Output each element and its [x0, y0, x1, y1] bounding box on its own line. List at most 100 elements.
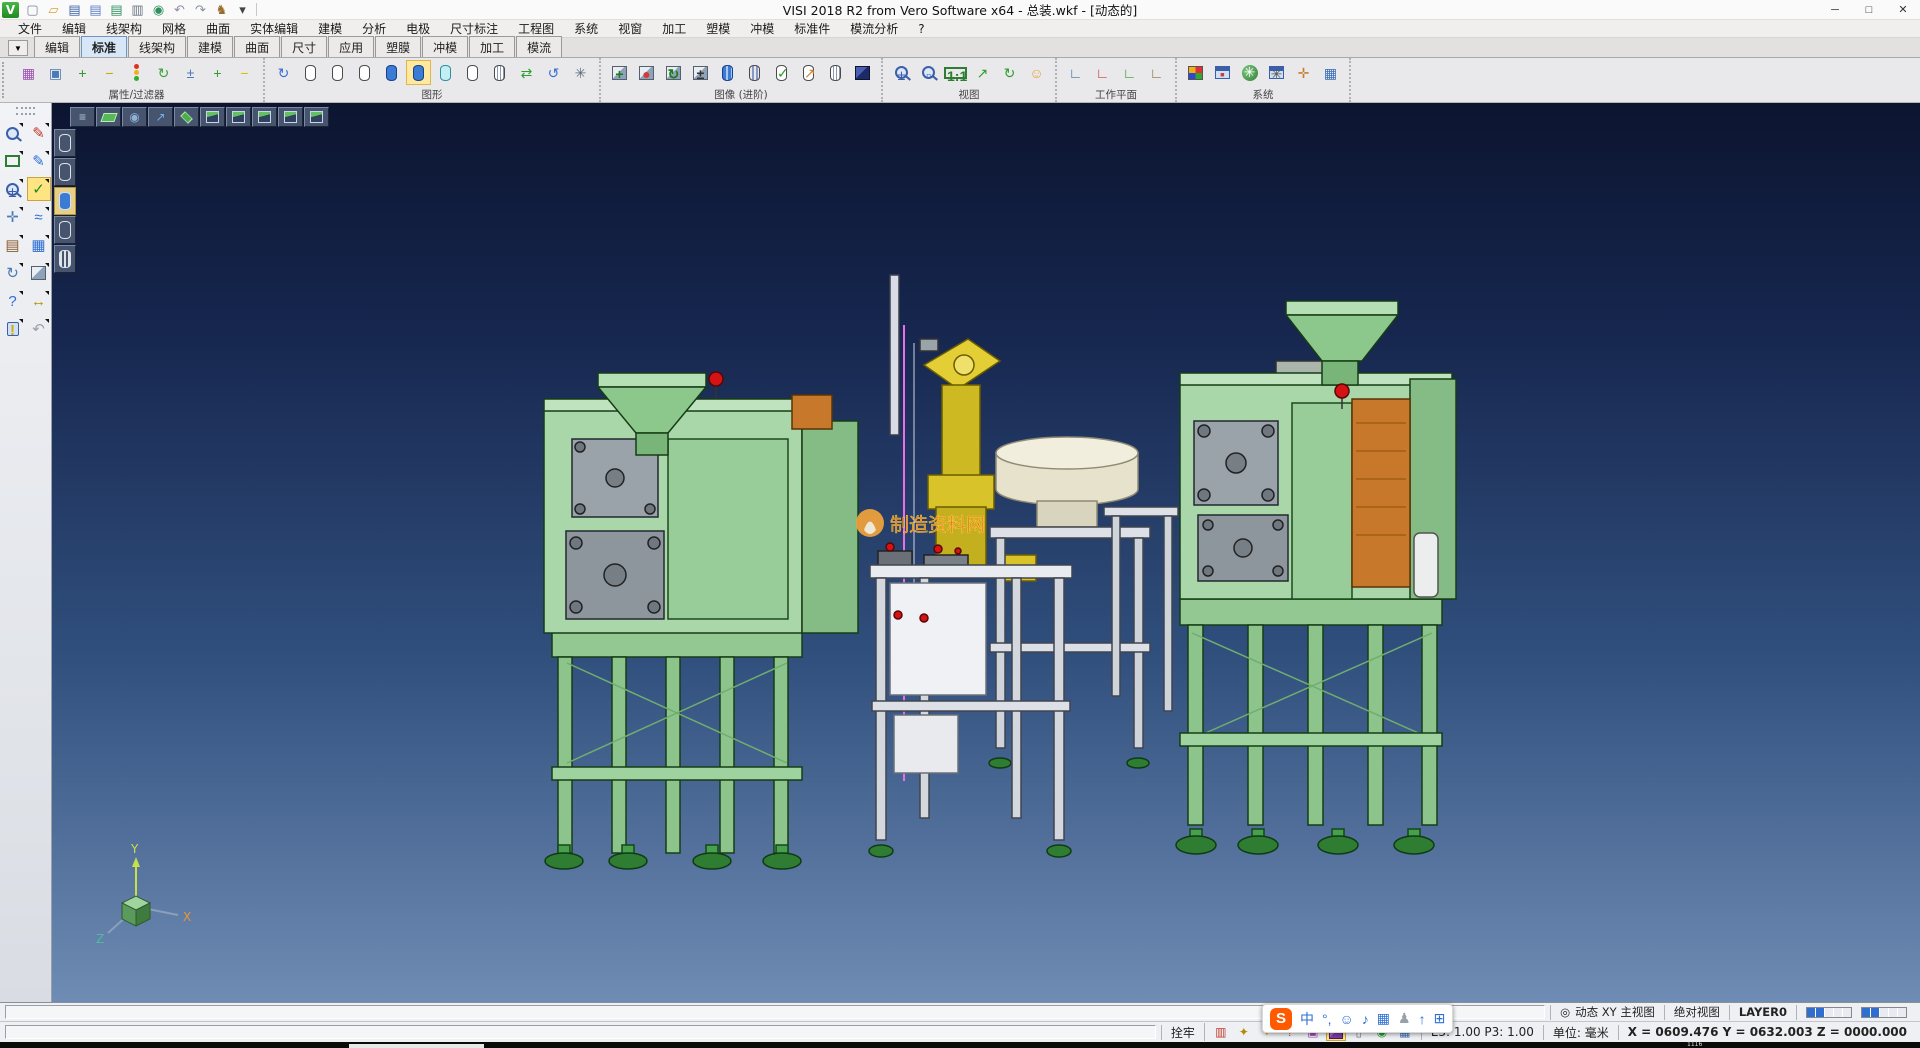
- shaded-mode-icon[interactable]: [379, 60, 404, 85]
- menu-machining[interactable]: 加工: [652, 20, 696, 37]
- system-settings-icon[interactable]: ✳: [1237, 60, 1262, 85]
- tab-application[interactable]: 应用: [328, 36, 374, 57]
- render-sphere-icon[interactable]: ◉: [122, 107, 147, 127]
- show-all-icon[interactable]: +: [205, 60, 230, 85]
- toggle-visibility-icon[interactable]: ±: [178, 60, 203, 85]
- iso-view-icon-5[interactable]: [304, 107, 329, 127]
- ime-grid-icon[interactable]: ⊞: [1434, 1010, 1446, 1027]
- iso-view-icon-2[interactable]: [226, 107, 251, 127]
- tab-edit[interactable]: 编辑: [34, 36, 80, 57]
- menu-die[interactable]: 冲模: [740, 20, 784, 37]
- close-button[interactable]: ✕: [1886, 0, 1920, 19]
- selection-settings-icon[interactable]: ✛: [1291, 60, 1316, 85]
- workplane-manager-icon[interactable]: ∟: [1144, 60, 1169, 85]
- copy-attributes-icon[interactable]: ▣: [43, 60, 68, 85]
- solid-cube-icon[interactable]: [27, 261, 51, 285]
- menu-mesh[interactable]: 网格: [152, 20, 196, 37]
- save-button[interactable]: ▤: [65, 1, 84, 18]
- image-export-icon[interactable]: ↗: [796, 60, 821, 85]
- wireframe-mode-icon[interactable]: [298, 60, 323, 85]
- ime-mic-icon[interactable]: ♪: [1362, 1011, 1369, 1027]
- zoom-window-icon[interactable]: ▫: [916, 60, 941, 85]
- layer-segment[interactable]: LAYER0: [1729, 1005, 1796, 1020]
- spline-edit-icon[interactable]: ≈: [27, 205, 51, 229]
- hide-all-icon[interactable]: −: [232, 60, 257, 85]
- open-file-button[interactable]: ▱: [44, 1, 63, 18]
- image-add-icon[interactable]: +: [607, 60, 632, 85]
- magic-wand-icon[interactable]: ✦: [1234, 1023, 1254, 1041]
- preview-button[interactable]: ◉: [149, 1, 168, 18]
- axes-icon[interactable]: ✛: [1, 205, 25, 229]
- ime-mode-icon[interactable]: 中: [1300, 1009, 1314, 1029]
- menu-standard-parts[interactable]: 标准件: [784, 20, 840, 37]
- tab-wireframe[interactable]: 线架构: [128, 36, 186, 57]
- new-file-button[interactable]: ▢: [23, 1, 42, 18]
- menu-help[interactable]: ?: [908, 22, 934, 36]
- ime-keyboard-icon[interactable]: ▦: [1377, 1010, 1390, 1027]
- workplane-origin-icon[interactable]: ∟: [1090, 60, 1115, 85]
- hatch-render-icon[interactable]: [54, 245, 76, 273]
- iso-view-icon-1[interactable]: [200, 107, 225, 127]
- window-settings-icon[interactable]: ✳: [1264, 60, 1289, 85]
- menu-window[interactable]: 视窗: [608, 20, 652, 37]
- dynamic-pan-icon[interactable]: ↗: [970, 60, 995, 85]
- create-workplane-icon[interactable]: ∟: [1063, 60, 1088, 85]
- maximize-button[interactable]: □: [1852, 0, 1886, 19]
- menu-edit[interactable]: 编辑: [52, 20, 96, 37]
- filter-traffic-light-icon[interactable]: [124, 60, 149, 85]
- refresh-visibility-icon[interactable]: ↻: [151, 60, 176, 85]
- wireframe-render-icon[interactable]: [54, 129, 76, 157]
- tab-die[interactable]: 冲模: [422, 36, 468, 57]
- menu-analysis[interactable]: 分析: [352, 20, 396, 37]
- shaded-edges-mode-icon[interactable]: [406, 60, 431, 85]
- tab-standard[interactable]: 标准: [81, 36, 127, 57]
- shaded-render-icon[interactable]: [54, 187, 76, 215]
- workplane-by-geometry-icon[interactable]: ∟: [1117, 60, 1142, 85]
- dashed-hidden-mode-icon[interactable]: [352, 60, 377, 85]
- viewbar-menu-icon[interactable]: ≡: [70, 107, 95, 127]
- iso-view-icon-4[interactable]: [278, 107, 303, 127]
- flat-render-icon[interactable]: [54, 216, 76, 244]
- hidden-render-icon[interactable]: [54, 158, 76, 186]
- sketch-curve-icon[interactable]: ✎: [27, 149, 51, 173]
- measure-icon[interactable]: ↔: [27, 289, 51, 313]
- tab-modeling[interactable]: 建模: [187, 36, 233, 57]
- hidden-line-mode-icon[interactable]: [325, 60, 350, 85]
- menu-solid-edit[interactable]: 实体编辑: [240, 20, 308, 37]
- image-refresh-icon[interactable]: ↻: [661, 60, 686, 85]
- image-ok-icon[interactable]: ✓: [769, 60, 794, 85]
- flat-mode-icon[interactable]: [460, 60, 485, 85]
- edit-erase-icon[interactable]: ✎: [27, 121, 51, 145]
- grid-settings-icon[interactable]: ▦: [1318, 60, 1343, 85]
- undo-button[interactable]: ↶: [170, 1, 189, 18]
- image-hatch-icon[interactable]: [823, 60, 848, 85]
- snap-card-icon[interactable]: ▥: [1211, 1023, 1231, 1041]
- menu-modeling[interactable]: 建模: [308, 20, 352, 37]
- preview-zoom-icon[interactable]: [1, 121, 25, 145]
- zoom-extents-icon[interactable]: ±: [889, 60, 914, 85]
- sogou-logo-icon[interactable]: S: [1270, 1008, 1292, 1030]
- print-button[interactable]: ▥: [128, 1, 147, 18]
- ime-emoji-icon[interactable]: ☺: [1340, 1011, 1354, 1027]
- menu-flow-analysis[interactable]: 模流分析: [840, 20, 908, 37]
- tab-dropdown-button[interactable]: ▼: [8, 40, 28, 56]
- striped-shading-icon[interactable]: [715, 60, 740, 85]
- ime-up-icon[interactable]: ↑: [1419, 1011, 1426, 1027]
- menu-file[interactable]: 文件: [8, 20, 52, 37]
- actual-size-icon[interactable]: 1:1: [943, 60, 968, 85]
- shading-settings-icon[interactable]: ✳: [568, 60, 593, 85]
- color-palette-icon[interactable]: [1183, 60, 1208, 85]
- translucent-mode-icon[interactable]: [433, 60, 458, 85]
- session-button[interactable]: ♞: [212, 1, 231, 18]
- redo-button[interactable]: ↷: [191, 1, 210, 18]
- save-all-button[interactable]: ▤: [107, 1, 126, 18]
- selection-frame-icon[interactable]: [1, 149, 25, 173]
- menu-drafting[interactable]: 工程图: [508, 20, 564, 37]
- iso-view-icon-3[interactable]: [252, 107, 277, 127]
- solid-view-cube-icon[interactable]: [850, 60, 875, 85]
- shaded-plane-view-icon[interactable]: [96, 107, 121, 127]
- help-icon[interactable]: ?: [1, 289, 25, 313]
- tab-mould[interactable]: 塑膜: [375, 36, 421, 57]
- striped-shading-alt-icon[interactable]: [742, 60, 767, 85]
- image-filter-icon[interactable]: ●: [634, 60, 659, 85]
